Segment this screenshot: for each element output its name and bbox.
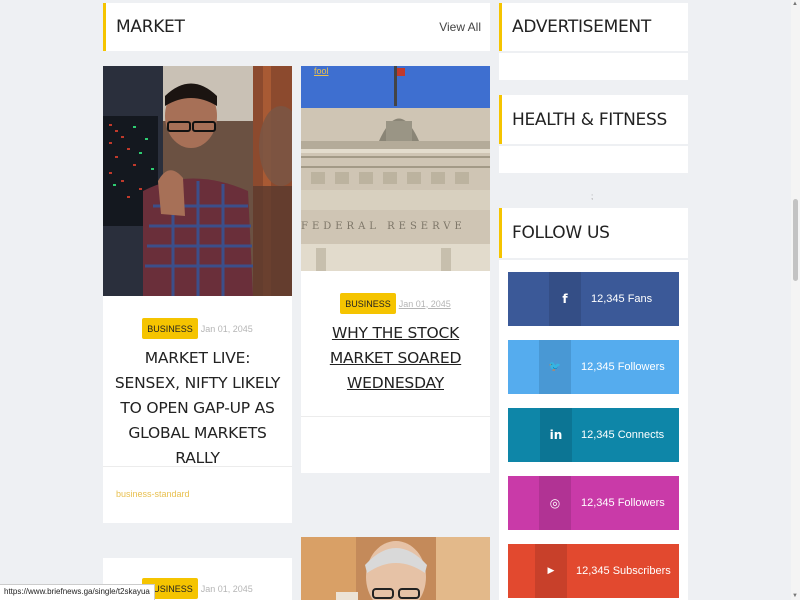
youtube-icon: ▶ [547,566,555,576]
federal-reserve-photo[interactable]: FEDERAL RESERVE [301,66,490,271]
twitter-count: 12,345 Followers [581,361,665,373]
twitter-icon: 🐦 [548,361,562,373]
linkedin-count: 12,345 Connects [581,429,665,441]
instagram-follow-button[interactable]: ◎ 12,345 Followers [508,476,679,530]
health-fitness-body [499,146,688,173]
trader-image [103,66,292,296]
facebook-follow-button[interactable]: f 12,345 Fans [508,272,679,326]
health-fitness-header: HEALTH & FITNESS [499,95,688,144]
publish-date: Jan 01, 2045 [200,323,253,334]
card-2-meta: BUSINESS Jan 01, 2045 [301,293,490,314]
federal-reserve-image: FEDERAL RESERVE [301,66,490,271]
card-2-divider [301,416,490,417]
speaker-image [301,537,490,600]
view-all-link[interactable]: View All [439,20,481,34]
scroll-up-arrow-icon[interactable]: ▲ [792,1,798,7]
publish-date: Jan 01, 2045 [398,298,451,309]
linkedin-follow-button[interactable]: in 12,345 Connects [508,408,679,462]
market-section-title: MARKET [116,17,185,37]
linkedin-icon: in [549,428,563,442]
scroll-down-arrow-icon[interactable]: ▼ [792,593,798,599]
sidebar-divider-mark: ; [591,192,594,201]
status-bar-url: https://www.briefnews.ga/single/t2skayua [0,584,155,600]
follow-us-header: FOLLOW US [499,208,688,258]
card-1-headline[interactable]: MARKET LIVE: SENSEX, NIFTY LIKELY TO OPE… [113,346,282,471]
category-badge[interactable]: BUSINESS [142,318,198,339]
building-inscription: FEDERAL RESERVE [301,221,466,232]
twitter-follow-button[interactable]: 🐦 12,345 Followers [508,340,679,394]
news-card-4[interactable] [301,537,490,600]
advertisement-title: ADVERTISEMENT [512,17,651,37]
facebook-count: 12,345 Fans [591,293,653,305]
card-2-source[interactable]: fool [314,66,329,76]
category-badge[interactable]: BUSINESS [340,293,396,314]
instagram-icon-box: ◎ [539,476,571,530]
facebook-icon-box: f [549,272,581,326]
trader-photo[interactable] [103,66,292,296]
youtube-count: 12,345 Subscribers [576,565,671,577]
card-1-divider [103,466,292,467]
youtube-follow-button[interactable]: ▶ 12,345 Subscribers [508,544,679,598]
advertisement-header: ADVERTISEMENT [499,3,688,51]
health-fitness-title: HEALTH & FITNESS [512,109,667,130]
instagram-count: 12,345 Followers [581,497,665,509]
page-scrollbar[interactable]: ▲ ▼ [791,0,800,600]
advertisement-body [499,53,688,80]
card-1-source[interactable]: business-standard [116,489,190,499]
speaker-photo[interactable] [301,537,490,600]
linkedin-icon-box: in [540,408,572,462]
card-2-headline[interactable]: WHY THE STOCK MARKET SOARED WEDNESDAY [329,321,462,396]
youtube-icon-box: ▶ [535,544,567,598]
publish-date: Jan 01, 2045 [200,583,253,594]
scroll-thumb[interactable] [793,199,798,281]
card-1-meta: BUSINESS Jan 01, 2045 [103,318,292,339]
follow-us-title: FOLLOW US [512,223,610,243]
news-card-1[interactable]: BUSINESS Jan 01, 2045 MARKET LIVE: SENSEX… [103,66,292,523]
instagram-icon: ◎ [549,496,561,510]
facebook-icon: f [562,292,568,306]
news-card-2[interactable]: FEDERAL RESERVE BUSINESS Jan 01, 2045 WHY… [301,66,490,473]
twitter-icon-box: 🐦 [539,340,571,394]
market-section-header: MARKET View All [103,3,490,51]
